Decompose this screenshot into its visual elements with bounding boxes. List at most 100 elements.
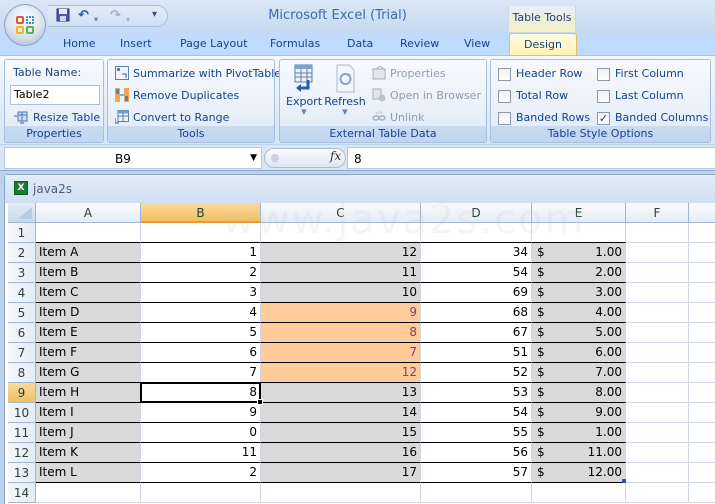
save-icon[interactable] <box>56 8 70 27</box>
name-box[interactable]: B9 ▼ <box>4 147 262 169</box>
cell-c5[interactable]: 9 <box>261 303 421 323</box>
cell-a8[interactable]: Item G <box>36 363 141 383</box>
cell-b14[interactable] <box>141 483 261 503</box>
cell-overflow-8[interactable] <box>689 363 715 383</box>
cell-d3[interactable]: 54 <box>421 263 532 283</box>
tab-formulas[interactable]: Formulas <box>270 37 320 50</box>
column-header-e[interactable]: E <box>532 203 626 223</box>
banded-rows-check[interactable] <box>498 112 511 125</box>
cell-overflow-7[interactable] <box>689 343 715 363</box>
cell-overflow-6[interactable] <box>689 323 715 343</box>
row-header-8[interactable]: 8 <box>8 363 36 383</box>
column-header-a[interactable]: A <box>36 203 141 223</box>
cell-d2[interactable]: 34 <box>421 243 532 263</box>
undo-icon[interactable]: ↶ <box>78 8 89 24</box>
cell-f12[interactable] <box>626 443 689 463</box>
cell-f11[interactable] <box>626 423 689 443</box>
cell-b12[interactable]: 11 <box>141 443 261 463</box>
cell-d8[interactable]: 52 <box>421 363 532 383</box>
cell-e9[interactable]: $8.00 <box>532 383 626 403</box>
row-header-5[interactable]: 5 <box>8 303 36 323</box>
tab-page-layout[interactable]: Page Layout <box>180 37 248 50</box>
row-header-11[interactable]: 11 <box>8 423 36 443</box>
fill-handle[interactable] <box>257 399 263 405</box>
cell-a2[interactable]: Item A <box>36 243 141 263</box>
tab-view[interactable]: View <box>464 37 490 50</box>
row-header-14[interactable]: 14 <box>8 483 36 503</box>
export-button[interactable]: Export ▼ <box>286 64 322 124</box>
cell-a9[interactable]: Item H <box>36 383 141 403</box>
cell-overflow-13[interactable] <box>689 463 715 483</box>
cell-e5[interactable]: $4.00 <box>532 303 626 323</box>
cell-d10[interactable]: 54 <box>421 403 532 423</box>
cell-a10[interactable]: Item I <box>36 403 141 423</box>
office-button[interactable] <box>4 4 46 46</box>
cell-e13[interactable]: $12.00 <box>532 463 626 483</box>
cell-f13[interactable] <box>626 463 689 483</box>
cell-b13[interactable]: 2 <box>141 463 261 483</box>
cell-f6[interactable] <box>626 323 689 343</box>
cell-e6[interactable]: $5.00 <box>532 323 626 343</box>
cell-e4[interactable]: $3.00 <box>532 283 626 303</box>
name-box-dropdown-icon[interactable]: ▼ <box>250 153 257 163</box>
column-header-c[interactable]: C <box>261 203 421 223</box>
cell-b5[interactable]: 4 <box>141 303 261 323</box>
cell-e12[interactable]: $11.00 <box>532 443 626 463</box>
table-resize-handle[interactable] <box>622 479 626 483</box>
tab-review[interactable]: Review <box>400 37 439 50</box>
total-row-check[interactable] <box>498 90 511 103</box>
cell-overflow-10[interactable] <box>689 403 715 423</box>
last-column-check[interactable] <box>597 90 610 103</box>
cell-b4[interactable]: 3 <box>141 283 261 303</box>
column-header-overflow[interactable] <box>689 203 715 223</box>
cell-a14[interactable] <box>36 483 141 503</box>
row-header-13[interactable]: 13 <box>8 463 36 483</box>
row-header-7[interactable]: 7 <box>8 343 36 363</box>
cell-overflow-3[interactable] <box>689 263 715 283</box>
cell-a12[interactable]: Item K <box>36 443 141 463</box>
cell-d9[interactable]: 53 <box>421 383 532 403</box>
cell-a1[interactable] <box>36 223 141 243</box>
cell-c4[interactable]: 10 <box>261 283 421 303</box>
cell-d7[interactable]: 51 <box>421 343 532 363</box>
cell-e7[interactable]: $6.00 <box>532 343 626 363</box>
cell-b9[interactable]: 8 <box>141 383 261 403</box>
column-header-b[interactable]: B <box>141 203 261 223</box>
cell-f4[interactable] <box>626 283 689 303</box>
cell-f1[interactable] <box>626 223 689 243</box>
cell-b8[interactable]: 7 <box>141 363 261 383</box>
cell-c7[interactable]: 7 <box>261 343 421 363</box>
row-header-12[interactable]: 12 <box>8 443 36 463</box>
cell-b10[interactable]: 9 <box>141 403 261 423</box>
cell-d13[interactable]: 57 <box>421 463 532 483</box>
header-row-check[interactable] <box>498 68 511 81</box>
cell-f10[interactable] <box>626 403 689 423</box>
select-all-button[interactable] <box>8 203 36 223</box>
banded-columns-check[interactable]: ✓ <box>597 112 610 125</box>
cell-e2[interactable]: $1.00 <box>532 243 626 263</box>
cell-e14[interactable] <box>532 483 626 503</box>
cell-f3[interactable] <box>626 263 689 283</box>
cell-e1[interactable] <box>532 223 626 243</box>
cell-e11[interactable]: $1.00 <box>532 423 626 443</box>
tab-insert[interactable]: Insert <box>120 37 152 50</box>
cell-b2[interactable]: 1 <box>141 243 261 263</box>
cell-c3[interactable]: 11 <box>261 263 421 283</box>
cell-b11[interactable]: 0 <box>141 423 261 443</box>
cell-c2[interactable]: 12 <box>261 243 421 263</box>
cell-f9[interactable] <box>626 383 689 403</box>
cell-a13[interactable]: Item L <box>36 463 141 483</box>
cell-d12[interactable]: 56 <box>421 443 532 463</box>
tab-data[interactable]: Data <box>347 37 373 50</box>
cell-b3[interactable]: 2 <box>141 263 261 283</box>
cell-d14[interactable] <box>421 483 532 503</box>
cell-c9[interactable]: 13 <box>261 383 421 403</box>
cell-f8[interactable] <box>626 363 689 383</box>
cell-a7[interactable]: Item F <box>36 343 141 363</box>
cell-overflow-1[interactable] <box>689 223 715 243</box>
cell-a5[interactable]: Item D <box>36 303 141 323</box>
cell-e10[interactable]: $9.00 <box>532 403 626 423</box>
customize-qat-icon[interactable]: ▾ <box>152 9 157 20</box>
cell-d6[interactable]: 67 <box>421 323 532 343</box>
cell-c13[interactable]: 17 <box>261 463 421 483</box>
